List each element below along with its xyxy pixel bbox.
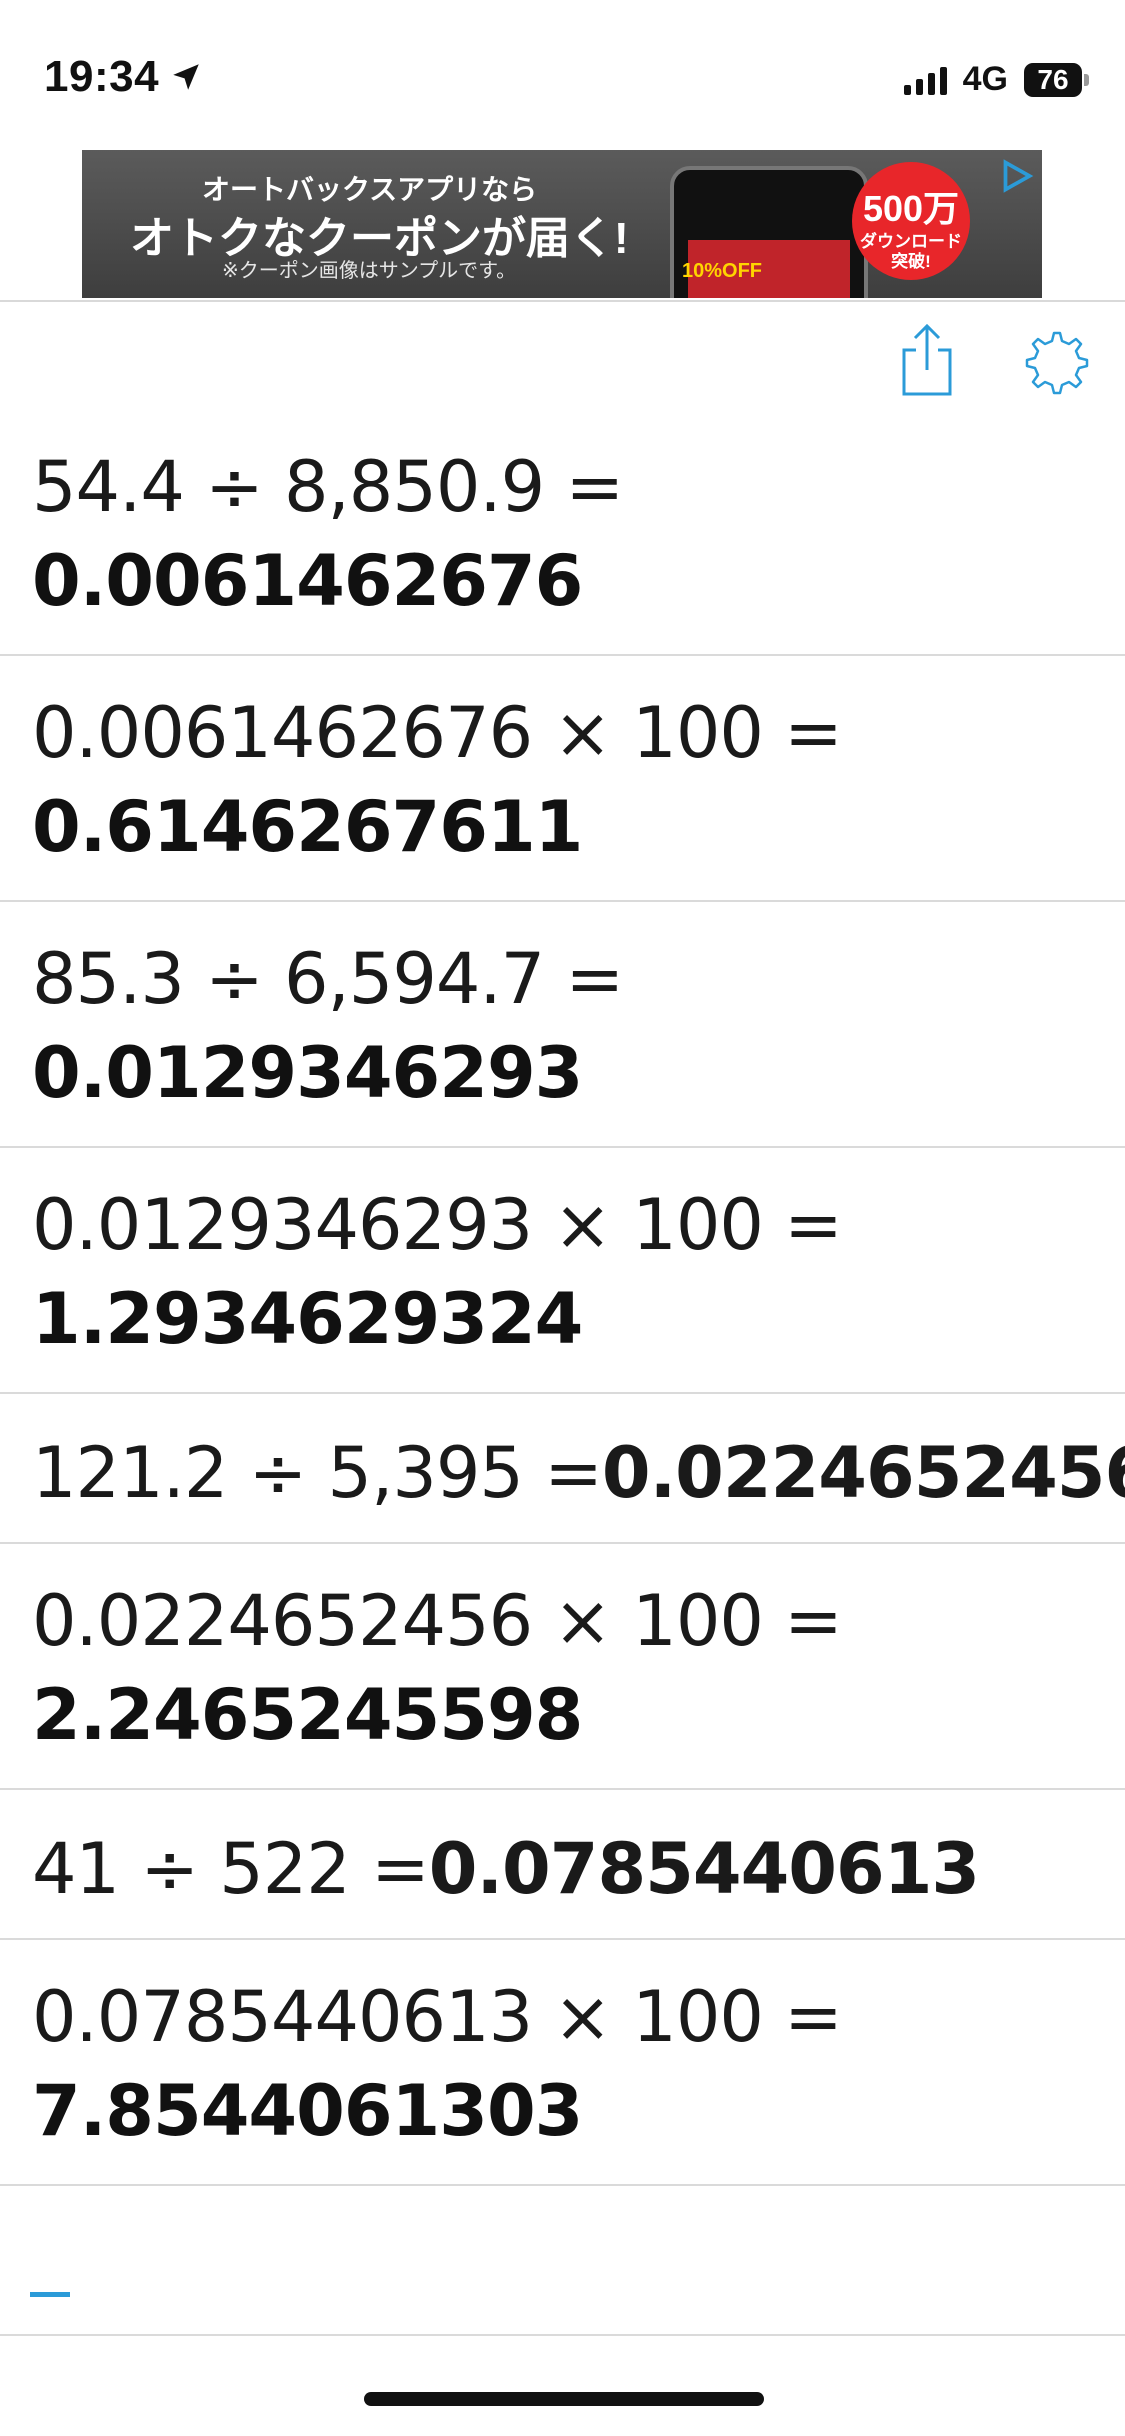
history-result: 0.0224652456 [601, 1432, 1125, 1514]
status-bar: 19:34 4G 76 [0, 0, 1125, 150]
history-result: 0.0061462676 [32, 540, 583, 622]
ad-download-badge: 500万 ダウンロード 突破! [852, 162, 970, 280]
gear-icon[interactable] [1024, 330, 1090, 396]
ad-phone-label: 10%OFF [682, 260, 763, 282]
history-result: 1.2934629324 [32, 1278, 583, 1360]
cellular-signal-icon [903, 65, 947, 95]
history-result: 0.6146267611 [32, 786, 583, 868]
location-arrow-icon [173, 64, 199, 90]
status-time-text: 19:34 [44, 52, 160, 101]
history-row[interactable]: 0.0224652456 × 100 = 2.2465245598 [0, 1544, 1125, 1790]
history-row[interactable]: 54.4 ÷ 8,850.9 = 0.0061462676 [0, 410, 1125, 656]
ad-choices-icon[interactable] [998, 158, 1034, 194]
ad-disclaimer: ※クーポン画像はサンプルです。 [222, 260, 517, 282]
text-cursor [30, 2292, 70, 2297]
history-expression: 85.3 ÷ 6,594.7 = [32, 938, 624, 1020]
status-time: 19:34 [44, 52, 203, 102]
history-result: 0.0129346293 [32, 1032, 583, 1114]
history-expression: 0.0129346293 × 100 = [32, 1184, 843, 1266]
history-row[interactable]: 0.0129346293 × 100 = 1.2934629324 [0, 1148, 1125, 1394]
ad-divider [0, 300, 1125, 302]
history-result: 2.2465245598 [32, 1674, 583, 1756]
history-expression: 0.0785440613 × 100 = [32, 1976, 843, 2058]
history-expression: 54.4 ÷ 8,850.9 = [32, 446, 624, 528]
history-result: 0.0785440613 [428, 1828, 980, 1910]
history-expression: 41 ÷ 522 = [32, 1828, 430, 1910]
status-indicators: 4G 76 [903, 60, 1089, 99]
history-row[interactable]: 0.0061462676 × 100 = 0.6146267611 [0, 656, 1125, 902]
history-expression: 0.0061462676 × 100 = [32, 692, 843, 774]
history-result: 7.8544061303 [32, 2070, 583, 2152]
ad-badge-text: ダウンロード 突破! [860, 232, 962, 271]
battery-level: 76 [1024, 62, 1082, 97]
network-type: 4G [962, 60, 1008, 98]
history-row[interactable]: 121.2 ÷ 5,395 =0.0224652456 [0, 1394, 1125, 1544]
ad-badge-count: 500万 [862, 188, 960, 229]
history-expression: 121.2 ÷ 5,395 = [32, 1432, 603, 1514]
home-indicator[interactable] [364, 2392, 764, 2406]
calculation-history: 54.4 ÷ 8,850.9 = 0.0061462676 0.00614626… [0, 410, 1125, 2336]
history-row[interactable]: 0.0785440613 × 100 = 7.8544061303 [0, 1940, 1125, 2186]
expression-input[interactable] [0, 2186, 1125, 2336]
history-row[interactable]: 41 ÷ 522 =0.0785440613 [0, 1790, 1125, 1940]
ad-banner[interactable]: オートバックスアプリなら オトクなクーポンが届く! ※クーポン画像はサンプルです… [82, 150, 1042, 298]
share-icon[interactable] [898, 322, 956, 398]
battery-icon: 76 [1024, 62, 1089, 97]
history-expression: 0.0224652456 × 100 = [32, 1580, 843, 1662]
history-row[interactable]: 85.3 ÷ 6,594.7 = 0.0129346293 [0, 902, 1125, 1148]
